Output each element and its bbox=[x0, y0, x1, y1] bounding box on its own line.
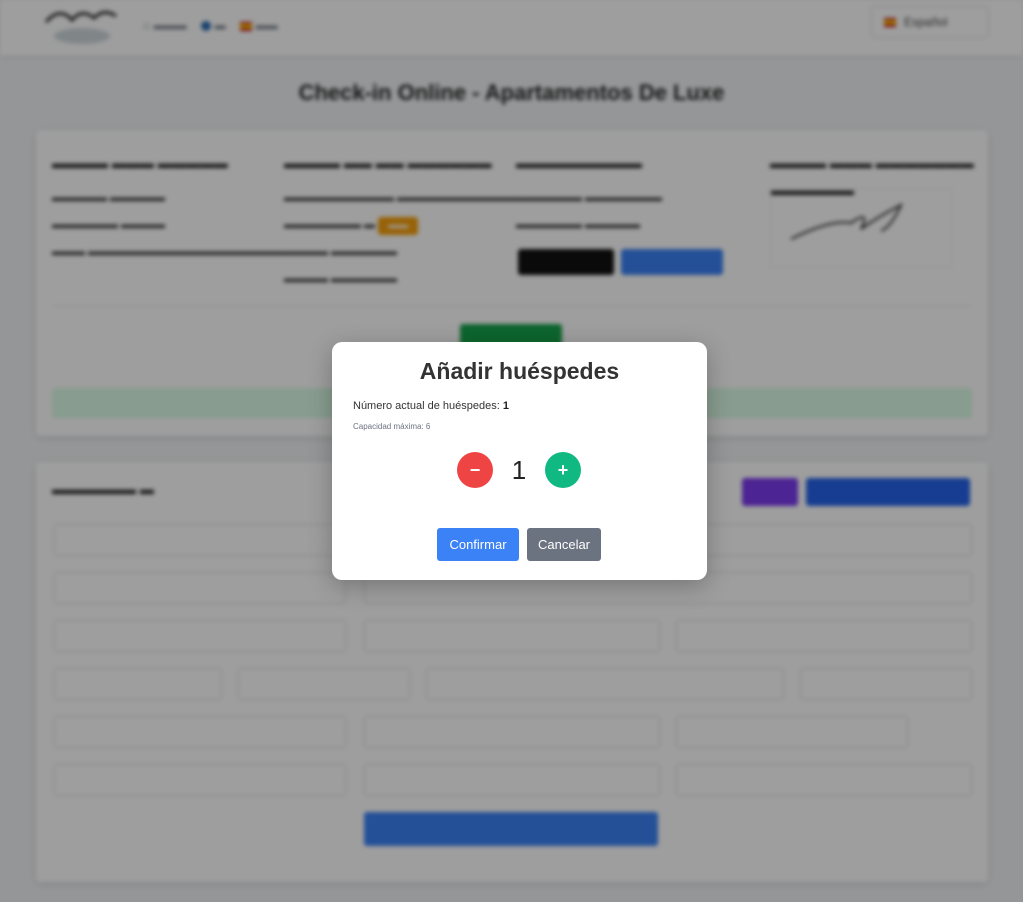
plus-icon: + bbox=[557, 460, 569, 480]
minus-icon: − bbox=[469, 460, 481, 480]
modal-title: Añadir huéspedes bbox=[419, 358, 620, 384]
current-guests-text: Número actual de huéspedes: 1 bbox=[353, 400, 509, 412]
max-capacity-text: Capacidad máxima: 6 bbox=[353, 422, 431, 431]
decrement-button[interactable]: − bbox=[457, 452, 493, 488]
increment-button[interactable]: + bbox=[545, 452, 581, 488]
guest-count-value: 1 bbox=[511, 455, 527, 485]
guest-count-stepper: − 1 + bbox=[457, 452, 581, 488]
confirm-button[interactable]: Confirmar bbox=[437, 528, 519, 561]
current-guests-label: Número actual de huéspedes: bbox=[353, 400, 500, 412]
cancel-button[interactable]: Cancelar bbox=[527, 528, 601, 561]
current-guests-value: 1 bbox=[502, 400, 509, 412]
add-guests-modal: Añadir huéspedes Número actual de huéspe… bbox=[332, 342, 707, 580]
